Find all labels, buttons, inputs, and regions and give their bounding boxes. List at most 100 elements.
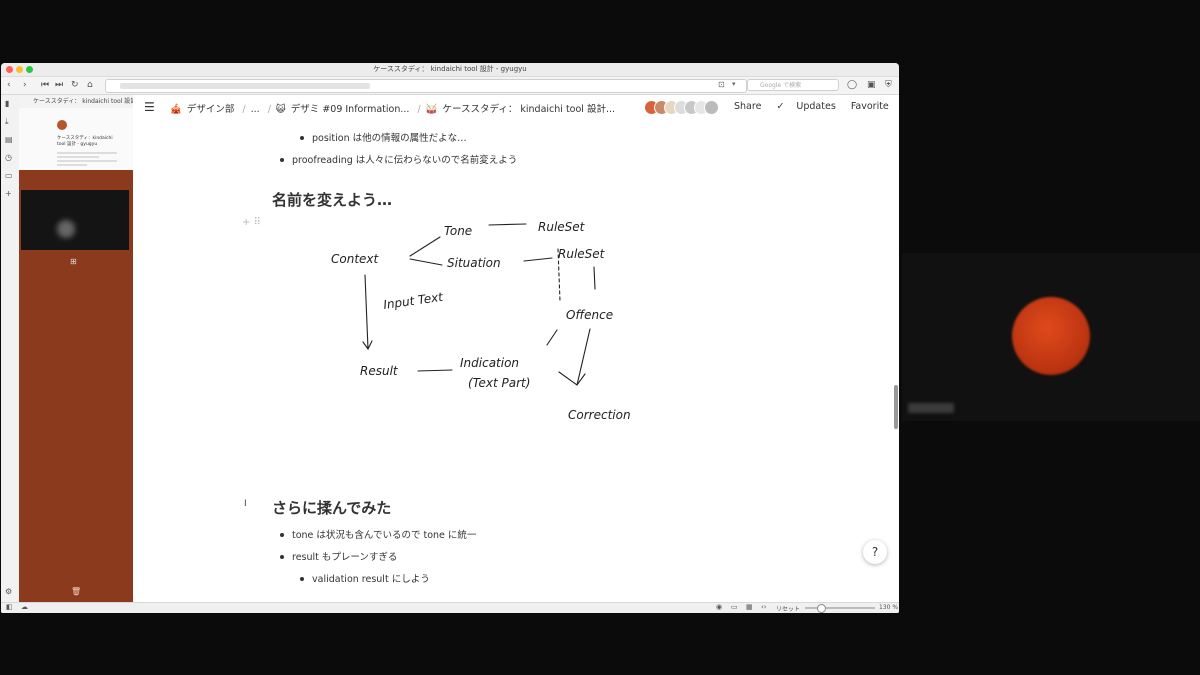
- bullet-validation[interactable]: validation result にしよう: [312, 571, 430, 585]
- bullet-proofreading[interactable]: proofreading は人々に伝わらないので名前変えよう: [292, 152, 517, 166]
- handwritten-sketch[interactable]: Tone RuleSet Context Situation RuleSet I…: [314, 209, 654, 429]
- sidebar-tab-title[interactable]: ケーススタディ： kindaichi tool 設計: [19, 95, 133, 108]
- sketch-result: Result: [360, 364, 399, 378]
- add-panel-icon[interactable]: +: [5, 189, 12, 198]
- tab-sidebar: ケーススタディ： kindaichi tool 設計 ケーススタディ：kinda…: [19, 95, 133, 602]
- browser-toolbar: ‹ › ⏮ ⏭ ↻ ⌂ ⊡ ▾ Google で検索 ◯ ▣ ⛨: [1, 77, 899, 95]
- page-icon: 😺: [275, 104, 286, 115]
- chevron-down-icon[interactable]: ▾: [732, 80, 736, 88]
- sketch-ruleset-2: RuleSet: [558, 247, 606, 261]
- window-icon[interactable]: ▭: [731, 603, 738, 611]
- share-button[interactable]: Share: [734, 101, 761, 112]
- text-cursor-icon: I: [244, 499, 247, 509]
- zoom-reset-button[interactable]: リセット: [776, 604, 800, 613]
- skip-back-icon[interactable]: ⏮: [41, 79, 49, 91]
- camera-icon[interactable]: ◉: [716, 603, 722, 611]
- zoom-level: 130 %: [879, 604, 899, 611]
- breadcrumb-item-case-study[interactable]: ケーススタディ： kindaichi tool 設計...: [443, 104, 616, 115]
- sketch-tone: Tone: [444, 224, 472, 238]
- url-text-blurred: [120, 83, 370, 89]
- bullet-dot: [280, 158, 284, 162]
- browser-window: ケーススタディ： kindaichi tool 設計 - gyugyu ‹ › …: [1, 63, 899, 613]
- bullet-tone[interactable]: tone は状況も含んでいるので tone に統一: [292, 527, 476, 541]
- sketch-ruleset-1: RuleSet: [538, 220, 586, 234]
- zoom-slider[interactable]: [805, 607, 875, 609]
- history-icon[interactable]: ◷: [5, 153, 12, 162]
- sketch-indication: Indication: [460, 356, 519, 370]
- forward-icon[interactable]: ›: [23, 79, 27, 91]
- profile-icon[interactable]: ◯: [847, 79, 857, 91]
- video-tile[interactable]: [21, 190, 129, 250]
- bullet-result[interactable]: result もプレーンすぎる: [292, 549, 397, 563]
- bullet-dot: [280, 555, 284, 559]
- favorite-button[interactable]: Favorite: [851, 101, 889, 112]
- cloud-icon[interactable]: ☁: [21, 603, 28, 611]
- reload-icon[interactable]: ↻: [71, 79, 79, 91]
- scrollbar[interactable]: [894, 385, 898, 429]
- video-call-tile[interactable]: [902, 253, 1200, 421]
- help-button[interactable]: ?: [863, 540, 887, 564]
- heading-rename[interactable]: 名前を変えよう…: [272, 189, 392, 210]
- search-input[interactable]: Google で検索: [747, 79, 839, 91]
- line-result-indication: [417, 369, 453, 372]
- add-tab-icon[interactable]: ⊞: [70, 257, 77, 266]
- code-icon[interactable]: ‹›: [761, 603, 767, 611]
- page-actions: Share ✓Updates Favorite •••: [734, 101, 899, 112]
- downloads-icon[interactable]: ⤓: [5, 117, 9, 127]
- line-context-situation: [409, 258, 443, 266]
- status-bar: ◧ ☁ ◉ ▭ ▦ ‹› リセット 130 %: [1, 602, 899, 613]
- title-bar: ケーススタディ： kindaichi tool 設計 - gyugyu: [1, 63, 899, 77]
- bookmarks-icon[interactable]: ▮: [5, 99, 9, 108]
- notion-page: ☰ 🎪 デザイン部 /... / 😺 デザミ #09 Information... /…: [134, 95, 899, 602]
- bookmark-icon[interactable]: ⊡: [718, 80, 725, 89]
- home-icon[interactable]: ⌂: [87, 79, 93, 91]
- participant-avatar: [57, 220, 75, 238]
- bullet-position[interactable]: position は他の情報の属性だよな…: [312, 130, 467, 144]
- menu-icon[interactable]: ☰: [144, 100, 155, 114]
- avatar: [704, 100, 719, 115]
- sketch-text-part: (Text Part): [468, 376, 530, 390]
- breadcrumb-item-designer-seminar[interactable]: デザミ #09 Information...: [291, 104, 410, 115]
- page-content: position は他の情報の属性だよな… proofreading は人々に伝…: [134, 119, 899, 602]
- bullet-dot: [300, 577, 304, 581]
- thumbnail-text-lines: [57, 152, 117, 168]
- breadcrumb-item-ellipsis[interactable]: ...: [251, 104, 260, 115]
- arrow-offence-correction: [558, 328, 591, 386]
- heading-refined[interactable]: さらに揉んでみた: [272, 497, 391, 518]
- bullet-dot: [280, 533, 284, 537]
- breadcrumb-item-design[interactable]: デザイン部: [187, 104, 235, 115]
- page-icon: 🥁: [425, 104, 438, 115]
- thumbnail-title: ケーススタディ：kindaichi tool 設計 - gyugyu: [57, 136, 113, 147]
- panel-toggle-icon[interactable]: ◧: [6, 603, 13, 611]
- participant-avatar: [1012, 297, 1090, 375]
- line-situation-ruleset: [523, 257, 553, 262]
- shield-icon[interactable]: ⛨: [885, 79, 892, 91]
- line-context-tone: [409, 236, 441, 257]
- page-topbar: ☰ 🎪 デザイン部 /... / 😺 デザミ #09 Information... /…: [134, 95, 899, 119]
- extension-icon[interactable]: ▣: [867, 79, 876, 91]
- sketch-input-text: Input Text: [382, 290, 445, 312]
- trash-icon[interactable]: 🗑: [71, 587, 81, 596]
- url-bar[interactable]: ⊡ ▾: [105, 79, 747, 93]
- bullet-dot: [300, 136, 304, 140]
- browser-sidebar-icons: ▮ ⤓ ▤ ◷ ▭ + ⚙: [1, 95, 20, 602]
- settings-icon[interactable]: ⚙: [5, 587, 12, 596]
- arrow-context-result: [362, 274, 373, 351]
- breadcrumb: 🎪 デザイン部 /... / 😺 デザミ #09 Information... / 🥁 ケ…: [170, 104, 616, 115]
- image-icon[interactable]: ▦: [746, 603, 753, 611]
- updates-button[interactable]: Updates: [796, 101, 835, 112]
- sketch-correction: Correction: [568, 408, 631, 422]
- line-ruleset-offence: [593, 266, 596, 290]
- line-indication-offence: [546, 329, 558, 346]
- zoom-slider-knob[interactable]: [817, 604, 826, 613]
- skip-forward-icon[interactable]: ⏭: [55, 79, 63, 91]
- back-icon[interactable]: ‹: [7, 79, 11, 91]
- block-handle-icon[interactable]: + ⠿: [242, 217, 261, 228]
- sketch-situation: Situation: [447, 256, 501, 270]
- page-emoji-icon: [57, 120, 67, 130]
- notes-icon[interactable]: ▤: [5, 135, 13, 144]
- line-tone-ruleset: [488, 223, 527, 226]
- tab-thumbnail[interactable]: ケーススタディ：kindaichi tool 設計 - gyugyu: [19, 108, 133, 170]
- page-icon: 🎪: [170, 104, 182, 115]
- panels-icon[interactable]: ▭: [5, 171, 13, 180]
